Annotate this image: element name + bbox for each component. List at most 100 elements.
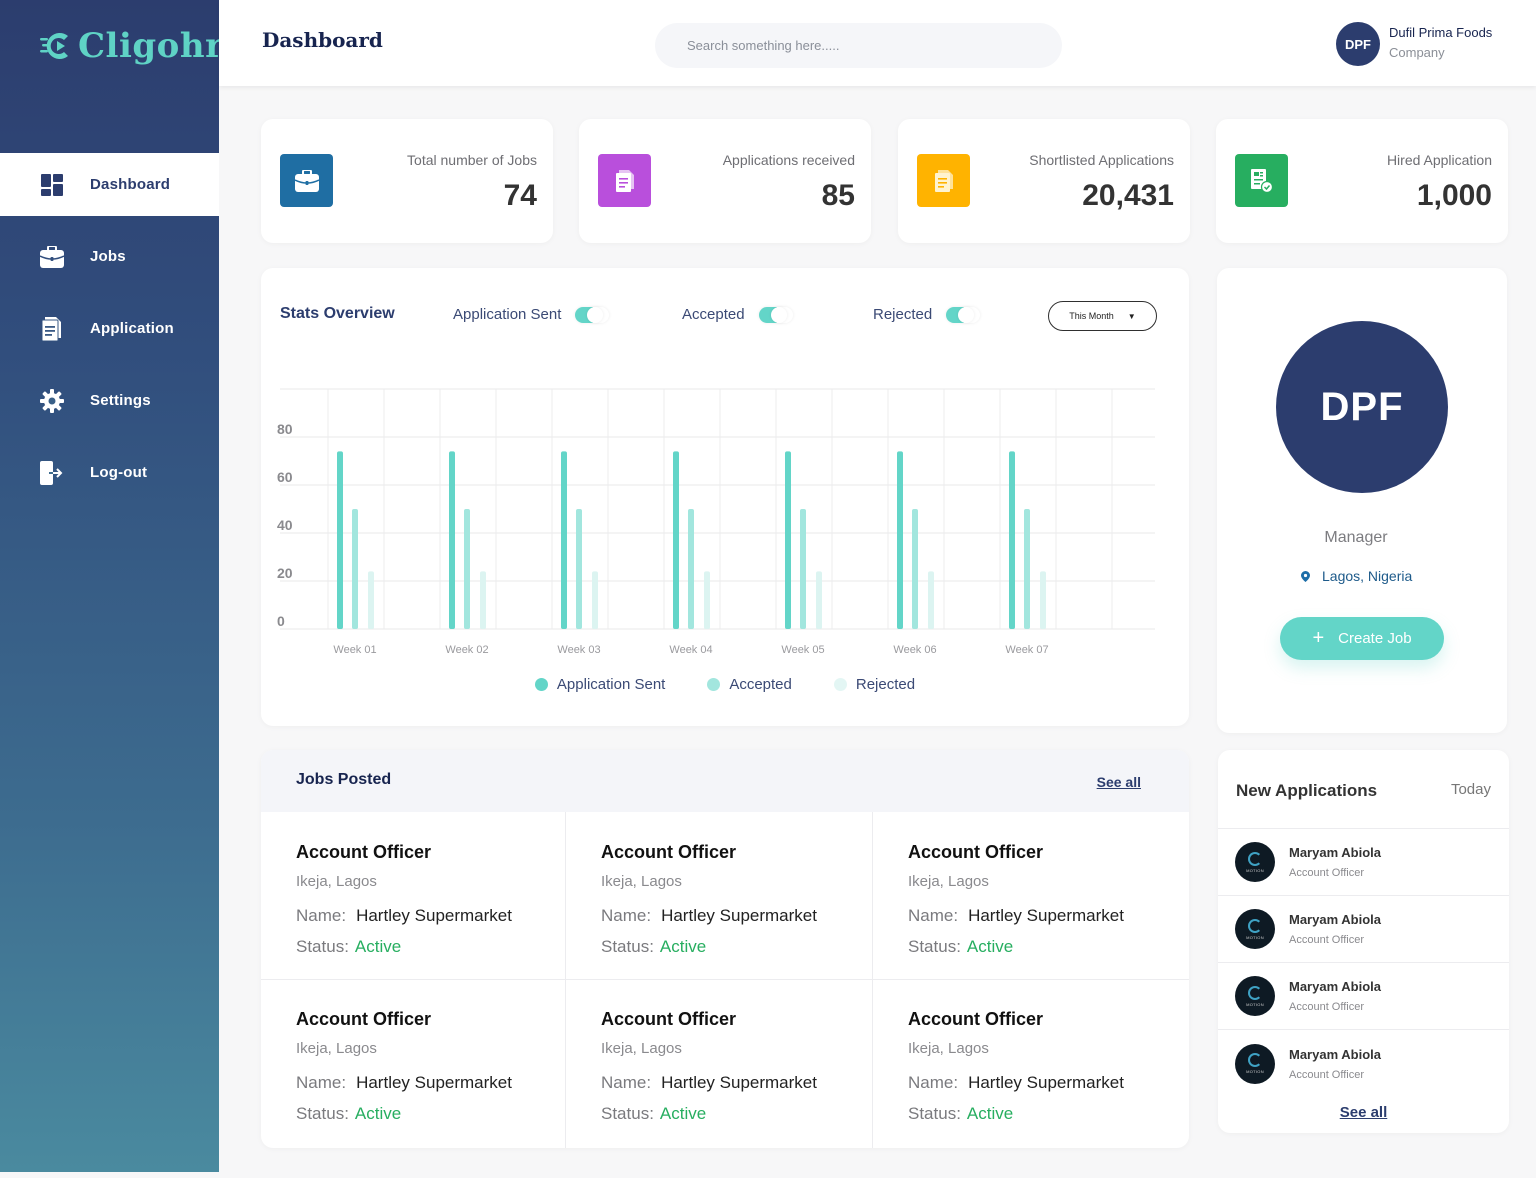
job-title: Account Officer [296,1009,432,1029]
applicant-avatar: MOTION [1235,842,1275,882]
sidebar-item-dashboard[interactable]: Dashboard [0,153,219,216]
avatar-tag: MOTION [1246,867,1264,873]
toggle-label: Rejected [873,306,933,323]
job-status-row: Status: Active [601,1104,872,1124]
name-label: Name: [296,1073,347,1092]
avatar-tag: MOTION [1246,1069,1264,1074]
sidebar-item-logout[interactable]: Log-out [0,441,219,504]
toggle-application-sent: Application Sent [453,306,610,323]
sidebar-item-application[interactable]: Application [0,297,219,360]
bar-application-sent [785,451,791,629]
sidebar-item-label: Jobs [90,248,126,265]
bar-rejected [368,571,374,629]
job-card[interactable]: Account Officer Ikeja, Lagos Name: Hartley … [261,812,566,980]
toggle-label: Application Sent [453,306,562,323]
sidebar-item-jobs[interactable]: Jobs [0,225,219,288]
applicant-info: Maryam Abiola Account Officer [1289,845,1381,879]
job-card[interactable]: Account Officer Ikeja, Lagos Name: Hartley … [873,812,1189,980]
job-location: Ikeja, Lagos [601,1040,682,1057]
bar-rejected [928,571,934,629]
sidebar-item-label: Dashboard [90,176,171,193]
stat-value: 85 [821,179,855,212]
jobs-see-all-link[interactable]: See all [1097,774,1141,790]
period-dropdown[interactable]: This Month ▼ [1048,301,1157,331]
user-role: Company [1389,45,1445,60]
y-tick-label: 0 [277,613,285,629]
sidebar-item-label: Log-out [90,464,148,481]
user-profile-menu[interactable]: DPF Dufil Prima Foods Company [1336,22,1492,66]
briefcase-icon [280,154,333,207]
bar-accepted [800,509,806,629]
applicant-name: Maryam Abiola [1289,845,1381,860]
job-card[interactable]: Account Officer Ikeja, Lagos Name: Hartley … [261,980,566,1148]
applicant-info: Maryam Abiola Account Officer [1289,912,1381,946]
bar-application-sent [561,451,567,629]
company-name: Hartley Supermarket [356,1073,512,1092]
job-card[interactable]: Account Officer Ikeja, Lagos Name: Hartley … [566,812,873,980]
application-sent-toggle[interactable] [575,306,610,323]
document-icon [598,154,651,207]
status-label: Status: [908,1104,961,1123]
job-company-row: Name: Hartley Supermarket [908,1073,1189,1093]
sidebar-item-settings[interactable]: Settings [0,369,219,432]
x-tick-label: Week 03 [557,644,600,656]
y-tick-label: 20 [277,565,293,581]
applicant-role: Account Officer [1289,1001,1364,1013]
stat-card-hired[interactable]: Hired Application 1,000 [1216,119,1508,243]
legend-dot [833,678,847,691]
application-list-item[interactable]: MOTION Maryam Abiola Account Officer [1218,896,1509,963]
name-label: Name: [908,1073,959,1092]
legend-label: Accepted [729,676,792,693]
stat-card-total-jobs[interactable]: Total number of Jobs 74 [261,119,553,243]
status-label: Status: [908,937,961,956]
bar-rejected [480,571,486,629]
name-label: Name: [601,906,652,925]
job-status-row: Status: Active [296,1104,565,1124]
search-input[interactable] [655,23,1062,68]
brand-logo[interactable]: Cligohr [40,24,223,68]
top-header: Dashboard DPF Dufil Prima Foods Company [219,0,1536,86]
status-badge: Active [966,1104,1014,1123]
legend-item-rejected: Rejected [833,676,915,693]
bar-application-sent [337,451,343,629]
job-title: Account Officer [296,842,432,862]
application-list-item[interactable]: MOTION Maryam Abiola Account Officer [1218,829,1509,896]
applications-see-all-link[interactable]: See all [1218,1104,1509,1121]
company-profile-card: DPF Manager Lagos, Nigeria + Create Job [1217,268,1507,733]
status-label: Status: [296,937,349,956]
rejected-toggle[interactable] [946,306,981,323]
stat-value: 20,431 [1082,179,1174,212]
sidebar-item-label: Settings [90,392,151,409]
x-tick-label: Week 05 [781,644,824,656]
create-job-button[interactable]: + Create Job [1280,617,1444,660]
sidebar: Cligohr Dashboard Jobs Application Setti… [0,0,223,1172]
job-company-row: Name: Hartley Supermarket [908,906,1189,926]
legend-label: Application Sent [556,676,666,693]
jobs-grid: Account Officer Ikeja, Lagos Name: Hartley … [261,812,1189,1148]
user-avatar: DPF [1336,22,1380,66]
stat-label: Total number of Jobs [407,152,537,168]
page-title: Dashboard [262,28,383,52]
bar-accepted [688,509,694,629]
bar-application-sent [1009,451,1015,629]
stat-card-applications-received[interactable]: Applications received 85 [579,119,871,243]
applicant-info: Maryam Abiola Account Officer [1289,979,1381,1013]
job-card[interactable]: Account Officer Ikeja, Lagos Name: Hartley … [566,980,873,1148]
swirl-logo-icon [1248,851,1262,866]
stat-card-shortlisted[interactable]: Shortlisted Applications 20,431 [898,119,1190,243]
job-company-row: Name: Hartley Supermarket [296,1073,565,1093]
legend-item-application-sent: Application Sent [534,676,666,693]
applicant-name: Maryam Abiola [1289,1046,1381,1062]
new-applications-header: New Applications Today [1218,750,1509,829]
new-applications-period[interactable]: Today [1451,781,1491,798]
application-list-item[interactable]: MOTION Maryam Abiola Account Officer [1218,963,1509,1030]
stat-label: Hired Application [1386,152,1492,168]
toggle-label: Accepted [682,306,745,323]
applicant-role: Account Officer [1289,1068,1364,1081]
accepted-toggle[interactable] [758,306,793,323]
bar-application-sent [449,451,455,629]
job-company-row: Name: Hartley Supermarket [601,1073,872,1093]
stat-label: Applications received [722,152,855,168]
job-card[interactable]: Account Officer Ikeja, Lagos Name: Hartley … [873,980,1189,1148]
application-list-item[interactable]: MOTION Maryam Abiola Account Officer [1218,1030,1509,1097]
